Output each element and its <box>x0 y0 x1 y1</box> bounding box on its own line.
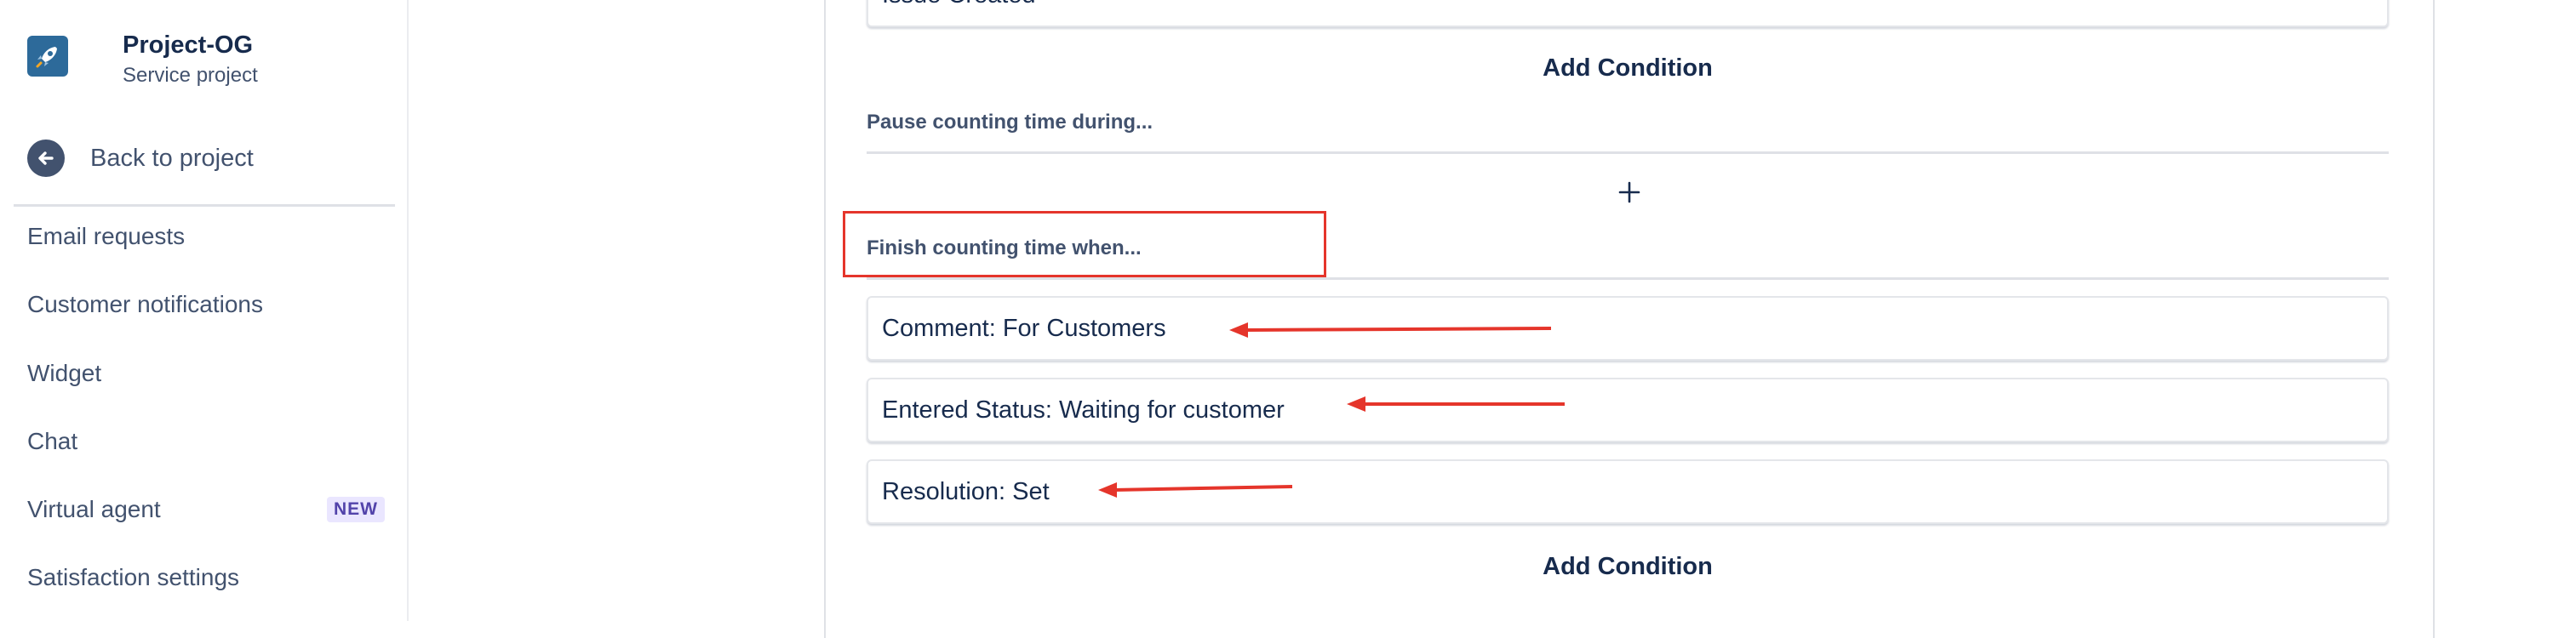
annotation-arrows <box>1098 322 1565 498</box>
annotation-arrow-1 <box>1229 322 1552 338</box>
annotation-arrow-3 <box>1098 482 1293 498</box>
annotation-arrow-2 <box>1347 396 1565 412</box>
